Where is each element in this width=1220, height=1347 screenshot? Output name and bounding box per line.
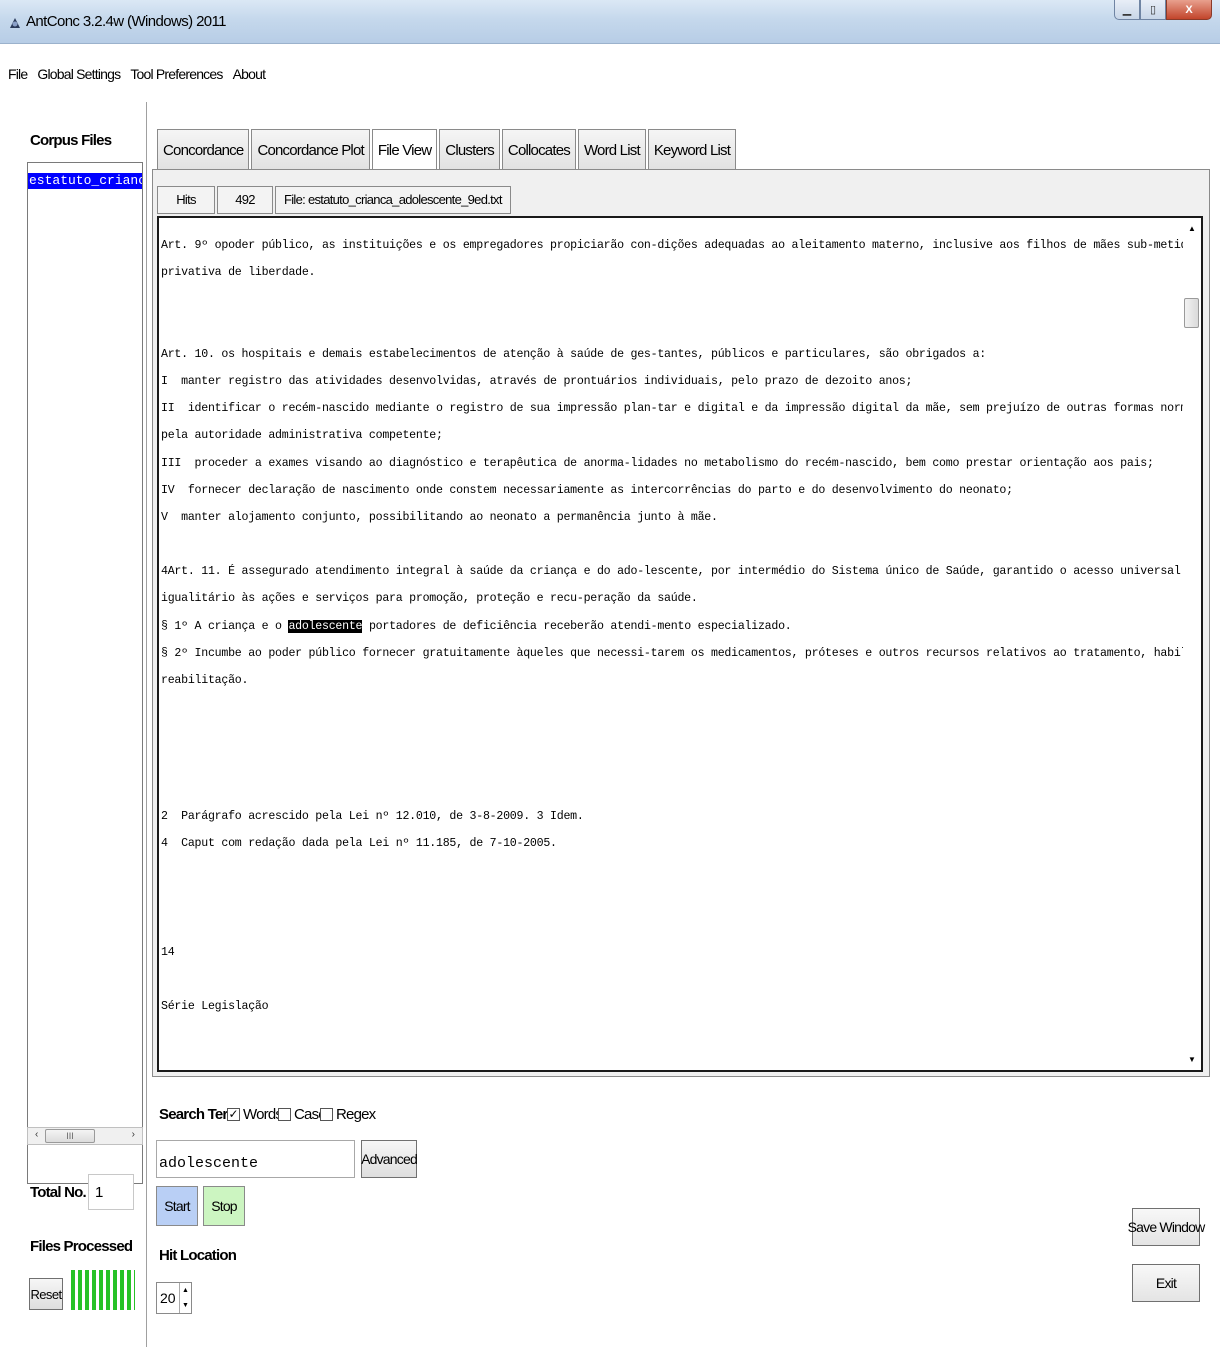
start-button[interactable]: Start (156, 1186, 198, 1226)
corpus-list-horizontal-scrollbar[interactable]: ‹ III › (27, 1127, 143, 1145)
text-line: Art. 10. os hospitais e demais estabelec… (161, 347, 987, 361)
file-text-view[interactable]: Art. 9º opoder público, as instituições … (157, 216, 1203, 1072)
text-line (161, 857, 1185, 884)
tab-concordance-plot[interactable]: Concordance Plot (251, 129, 370, 169)
text-line: reabilitação. (161, 674, 249, 687)
spinner-up-icon[interactable]: ▲ (180, 1283, 191, 1298)
text-line (161, 912, 1185, 939)
antconc-app-icon (10, 18, 20, 28)
menu-file[interactable]: File (6, 60, 29, 88)
menu-bar: File Global Settings Tool Preferences Ab… (0, 60, 267, 88)
menu-global-settings[interactable]: Global Settings (35, 60, 122, 88)
window-controls: ▁ ▯ X (1114, 0, 1212, 20)
title-bar: AntConc 3.2.4w (Windows) 2011 ▁ ▯ X (0, 0, 1220, 44)
text-line: 4Art. 11. É assegurado atendimento integ… (161, 565, 1194, 579)
scroll-up-icon[interactable]: ▲ (1188, 224, 1196, 233)
file-view-info-bar: Hits 492 File: estatuto_crianca_adolesce… (157, 186, 513, 214)
progress-fill (71, 1270, 135, 1310)
text-line: II identificar o recém-nascido mediante … (161, 402, 1203, 416)
total-no-value: 1 (88, 1174, 134, 1210)
text-line (161, 776, 1185, 803)
file-name-label: File: estatuto_crianca_adolescente_9ed.t… (275, 186, 511, 214)
reset-button[interactable]: Reset (29, 1278, 63, 1310)
hit-location-value[interactable]: 20 (160, 1290, 176, 1306)
advanced-button[interactable]: Advanced (361, 1140, 418, 1178)
words-checkbox[interactable]: ✓ (227, 1108, 240, 1121)
file-text-lines: Art. 9º opoder público, as instituições … (161, 232, 1203, 1020)
tool-tabs: Concordance Concordance Plot File View C… (157, 129, 738, 171)
hit-location-spinner[interactable]: 20 ▲ ▼ (156, 1282, 192, 1314)
text-line: 2 Parágrafo acrescido pela Lei nº 12.010… (161, 809, 584, 823)
text-line: pela autoridade administrativa competent… (161, 429, 443, 443)
text-line (161, 286, 1185, 313)
left-panel: Corpus Files estatuto_crianca_adolescent… (0, 102, 147, 1347)
hits-label: Hits (157, 186, 215, 214)
total-no-label: Total No. (30, 1184, 87, 1201)
scroll-thumb[interactable] (1184, 298, 1199, 328)
minimize-button[interactable]: ▁ (1114, 0, 1140, 20)
corpus-file-item[interactable]: estatuto_crianca_adolescente_9ed.txt (28, 173, 142, 189)
scroll-left-icon[interactable]: ‹ (35, 1129, 38, 1140)
text-line-after-hit: portadores de deficiência receberão aten… (362, 619, 792, 633)
search-input[interactable] (156, 1140, 355, 1178)
text-vertical-scrollbar[interactable]: ▲ ▼ (1183, 218, 1201, 1070)
text-line: I manter registro das atividades desenvo… (161, 374, 913, 388)
text-line (161, 966, 1185, 993)
text-line: § 1º A criança e o adolescente portadore… (161, 613, 1185, 640)
hit-location-label: Hit Location (159, 1247, 237, 1264)
case-checkbox[interactable] (278, 1108, 291, 1121)
text-line (161, 531, 1185, 558)
tab-file-view[interactable]: File View (371, 129, 438, 171)
stop-button[interactable]: Stop (203, 1186, 245, 1226)
text-line: IV fornecer declaração de nascimento ond… (161, 483, 1013, 497)
scroll-down-icon[interactable]: ▼ (1188, 1055, 1196, 1064)
tab-keyword-list[interactable]: Keyword List (647, 129, 737, 169)
text-line: 4 Caput com redação dada pela Lei nº 11.… (161, 837, 557, 851)
scroll-thumb[interactable]: III (45, 1129, 95, 1143)
maximize-button[interactable]: ▯ (1140, 0, 1166, 20)
files-processed-label: Files Processed (30, 1238, 133, 1255)
spinner-down-icon[interactable]: ▼ (180, 1298, 191, 1313)
window-title: AntConc 3.2.4w (Windows) 2011 (26, 13, 227, 30)
text-line (161, 721, 1185, 748)
menu-about[interactable]: About (231, 60, 268, 88)
spinner-arrows[interactable]: ▲ ▼ (179, 1283, 191, 1313)
corpus-files-list[interactable]: estatuto_crianca_adolescente_9ed.txt (27, 162, 143, 1184)
save-window-button[interactable]: Save Window (1128, 1208, 1205, 1246)
text-line (161, 885, 1185, 912)
regex-checkbox[interactable] (320, 1108, 333, 1121)
tab-word-list[interactable]: Word List (577, 129, 646, 169)
text-line: privativa de liberdade. (161, 266, 316, 280)
text-line: § 2º Incumbe ao poder público fornecer g… (161, 646, 1203, 660)
text-line: V manter alojamento conjunto, possibilit… (161, 510, 718, 524)
hits-value: 492 (217, 186, 273, 214)
text-line: Art. 9º opoder público, as instituições … (161, 239, 1203, 252)
text-line (161, 314, 1185, 341)
text-line-before-hit: § 1º A criança e o (161, 619, 289, 633)
scroll-right-icon[interactable]: › (132, 1129, 135, 1140)
words-label: Words (243, 1106, 283, 1123)
text-line (161, 694, 1185, 721)
search-hit-highlight: adolescente (288, 619, 363, 633)
text-line: 14 (161, 945, 175, 959)
text-line: III proceder a exames visando ao diagnós… (161, 456, 1154, 470)
text-line (161, 749, 1185, 776)
text-line: igualitário às ações e serviços para pro… (161, 592, 698, 606)
close-button[interactable]: X (1166, 0, 1212, 20)
files-processed-progress-bar (71, 1270, 135, 1310)
exit-button[interactable]: Exit (1132, 1264, 1200, 1302)
tab-clusters[interactable]: Clusters (439, 129, 500, 169)
corpus-files-label: Corpus Files (30, 132, 112, 149)
regex-label: Regex (336, 1106, 376, 1123)
menu-tool-preferences[interactable]: Tool Preferences (128, 60, 224, 88)
text-line: Série Legislação (161, 1000, 269, 1014)
tab-collocates[interactable]: Collocates (501, 129, 576, 169)
tab-concordance[interactable]: Concordance (157, 129, 250, 169)
